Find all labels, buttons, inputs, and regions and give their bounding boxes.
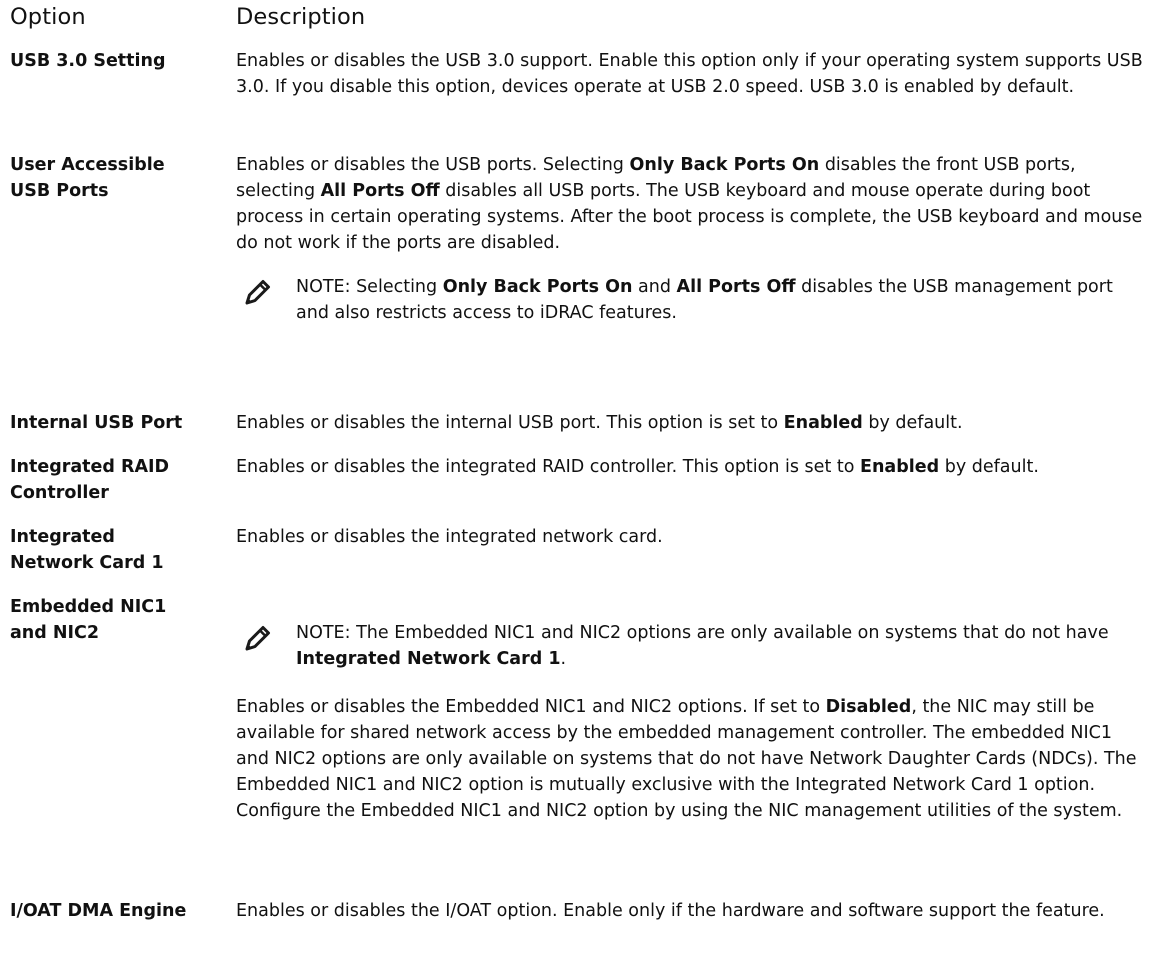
option-integrated-network-card-1: Integrated Network Card 1 — [10, 524, 230, 576]
option-description: Enables or disables the I/OAT option. En… — [236, 898, 1148, 924]
term-line: Embedded NIC1 — [10, 597, 167, 617]
term-line: and NIC2 — [10, 623, 100, 643]
bold-term: All Ports Off — [320, 181, 440, 201]
option-description: Enables or disables the integrated netwo… — [236, 524, 1148, 550]
bold-term: Integrated Network Card 1 — [296, 649, 561, 669]
description-text: Enables or disables the Embedded NIC1 an… — [236, 697, 1137, 821]
header-description: Description — [236, 4, 366, 30]
description-text: Enables or disables the internal USB por… — [236, 413, 963, 433]
header-option: Option — [10, 4, 86, 30]
term-line: USB Ports — [10, 181, 109, 201]
table-header: Option Description — [10, 0, 1150, 40]
pencil-note-icon — [243, 277, 273, 307]
option-usb3-setting: USB 3.0 Setting — [10, 51, 166, 71]
option-description: Enables or disables the internal USB por… — [236, 410, 1148, 436]
option-internal-usb-port: Internal USB Port — [10, 413, 183, 433]
term-line: Controller — [10, 483, 109, 503]
term-line: User Accessible — [10, 155, 165, 175]
note-label: NOTE: — [296, 623, 351, 643]
term-line: Integrated — [10, 527, 115, 547]
option-description: Enables or disables the integrated RAID … — [236, 454, 1148, 480]
option-description-table: Option Description USB 3.0 Setting Enabl… — [10, 0, 1150, 921]
bold-term: Only Back Ports On — [629, 155, 820, 175]
description-text: Enables or disables the integrated netwo… — [236, 527, 663, 547]
bold-term: Only Back Ports On — [442, 277, 633, 297]
bold-term: Enabled — [860, 457, 940, 477]
bold-term: Disabled — [825, 697, 912, 717]
option-ioat-dma-engine: I/OAT DMA Engine — [10, 901, 187, 921]
pencil-note-icon — [243, 623, 273, 653]
option-description: NOTE: The Embedded NIC1 and NIC2 options… — [236, 594, 1148, 824]
description-text: Enables or disables the I/OAT option. En… — [236, 901, 1105, 921]
option-integrated-raid-controller: Integrated RAID Controller — [10, 454, 230, 506]
bold-term: Enabled — [783, 413, 863, 433]
note-label: NOTE: — [296, 277, 351, 297]
option-description: Enables or disables the USB ports. Selec… — [236, 152, 1148, 326]
option-description: Enables or disables the USB 3.0 support.… — [236, 48, 1148, 100]
description-text: Enables or disables the USB 3.0 support.… — [236, 51, 1143, 97]
bold-term: All Ports Off — [676, 277, 796, 297]
option-embedded-nic1-nic2: Embedded NIC1 and NIC2 — [10, 594, 230, 646]
note-block: NOTE: Selecting Only Back Ports On and A… — [236, 274, 1148, 326]
option-user-accessible-usb-ports: User Accessible USB Ports — [10, 152, 230, 204]
description-text: Enables or disables the integrated RAID … — [236, 457, 1039, 477]
term-line: Integrated RAID — [10, 457, 170, 477]
description-text: Enables or disables the USB ports. Selec… — [236, 155, 1143, 253]
note-block: NOTE: The Embedded NIC1 and NIC2 options… — [236, 620, 1148, 672]
term-line: Network Card 1 — [10, 553, 164, 573]
